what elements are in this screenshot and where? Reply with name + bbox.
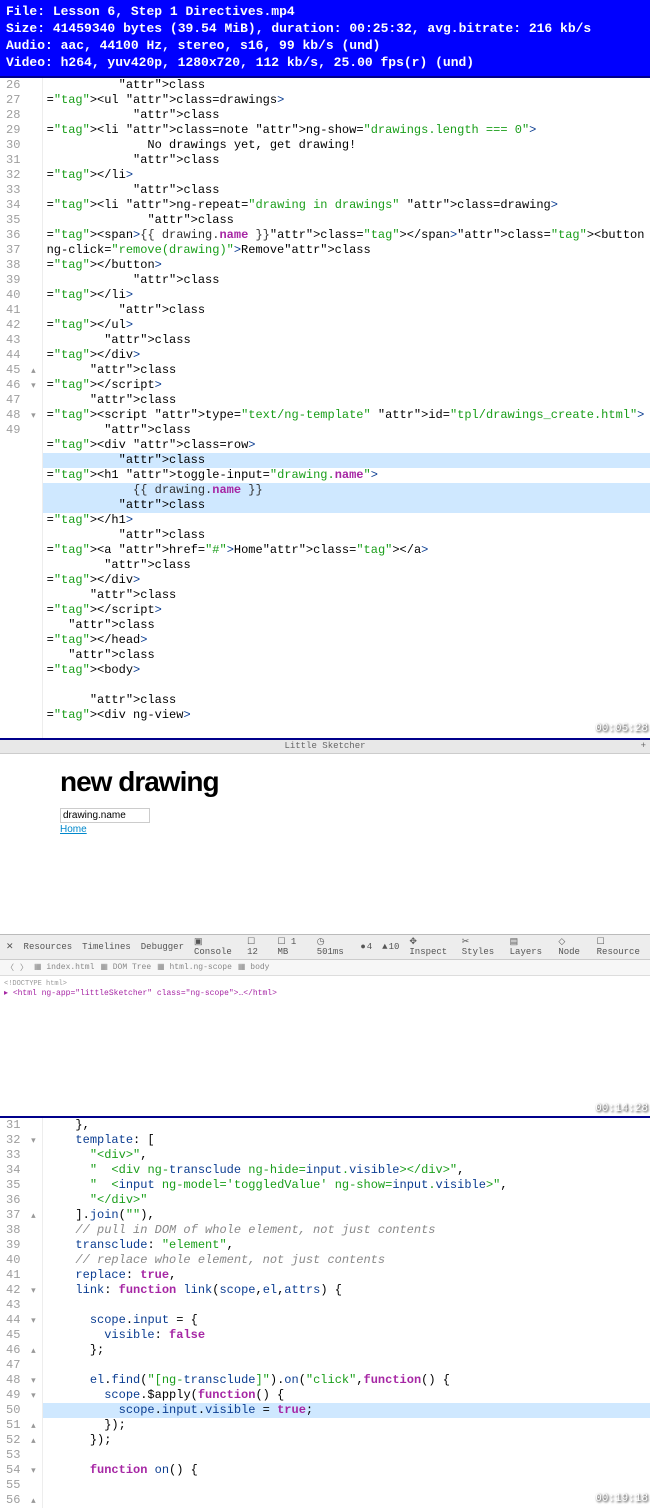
- tab-console[interactable]: ▣ Console: [194, 937, 237, 957]
- tab-styles[interactable]: ✂ Styles: [462, 937, 500, 957]
- code-editor-top[interactable]: 26 27 28 29 30 31 32 33 34 35 36 37 38 3…: [0, 78, 650, 738]
- bc-index[interactable]: ▦ index.html: [34, 962, 94, 973]
- code-area[interactable]: }, template: [ "<div>", " <div ng-transc…: [43, 1118, 650, 1508]
- tab-layers[interactable]: ▤ Layers: [510, 937, 549, 957]
- req-count: ☐ 12: [247, 937, 267, 957]
- gutter: 26 27 28 29 30 31 32 33 34 35 36 37 38 3…: [0, 78, 43, 738]
- drawing-name-input[interactable]: [60, 808, 150, 823]
- page-heading[interactable]: new drawing: [60, 766, 590, 798]
- tab-node[interactable]: ◇ Node: [558, 937, 586, 957]
- bc-body[interactable]: ▦ body: [238, 962, 270, 973]
- tab-resources[interactable]: Resources: [24, 942, 73, 952]
- gutter: 31 32 ▾33 34 35 36 37 ▴38 39 40 41 42 ▾4…: [0, 1118, 43, 1508]
- code-editor-bottom[interactable]: 31 32 ▾33 34 35 36 37 ▴38 39 40 41 42 ▾4…: [0, 1116, 650, 1508]
- error-count[interactable]: ● 4: [360, 942, 372, 952]
- tab-debugger[interactable]: Debugger: [141, 942, 184, 952]
- time-badge: ◷ 501ms: [317, 937, 351, 957]
- browser-preview: Little Sketcher+ new drawing Home ✕ Reso…: [0, 738, 650, 1116]
- browser-titlebar: Little Sketcher+: [0, 740, 650, 754]
- inspect-button[interactable]: ✥ Inspect: [409, 937, 451, 957]
- new-tab-button[interactable]: +: [641, 741, 646, 751]
- dom-inspector[interactable]: <!DOCTYPE html> ▸ <html ng-app="littleSk…: [0, 976, 650, 1116]
- code-area[interactable]: "attr">class="tag"><ul "attr">class=draw…: [43, 78, 650, 738]
- warn-count[interactable]: ▲ 10: [382, 942, 399, 952]
- close-icon[interactable]: ✕: [6, 942, 14, 952]
- size-badge: ☐ 1 MB: [277, 937, 306, 957]
- media-info-header: File: Lesson 6, Step 1 Directives.mp4 Si…: [0, 0, 650, 78]
- timestamp: 00:05:28: [595, 722, 648, 737]
- tab-timelines[interactable]: Timelines: [82, 942, 131, 952]
- devtools[interactable]: ✕ Resources Timelines Debugger ▣ Console…: [0, 934, 650, 1116]
- bc-html[interactable]: ▦ html.ng-scope: [157, 962, 232, 973]
- home-link[interactable]: Home: [60, 824, 590, 835]
- bc-domtree[interactable]: ▦ DOM Tree: [100, 962, 151, 973]
- tab-resource[interactable]: ☐ Resource: [597, 937, 644, 957]
